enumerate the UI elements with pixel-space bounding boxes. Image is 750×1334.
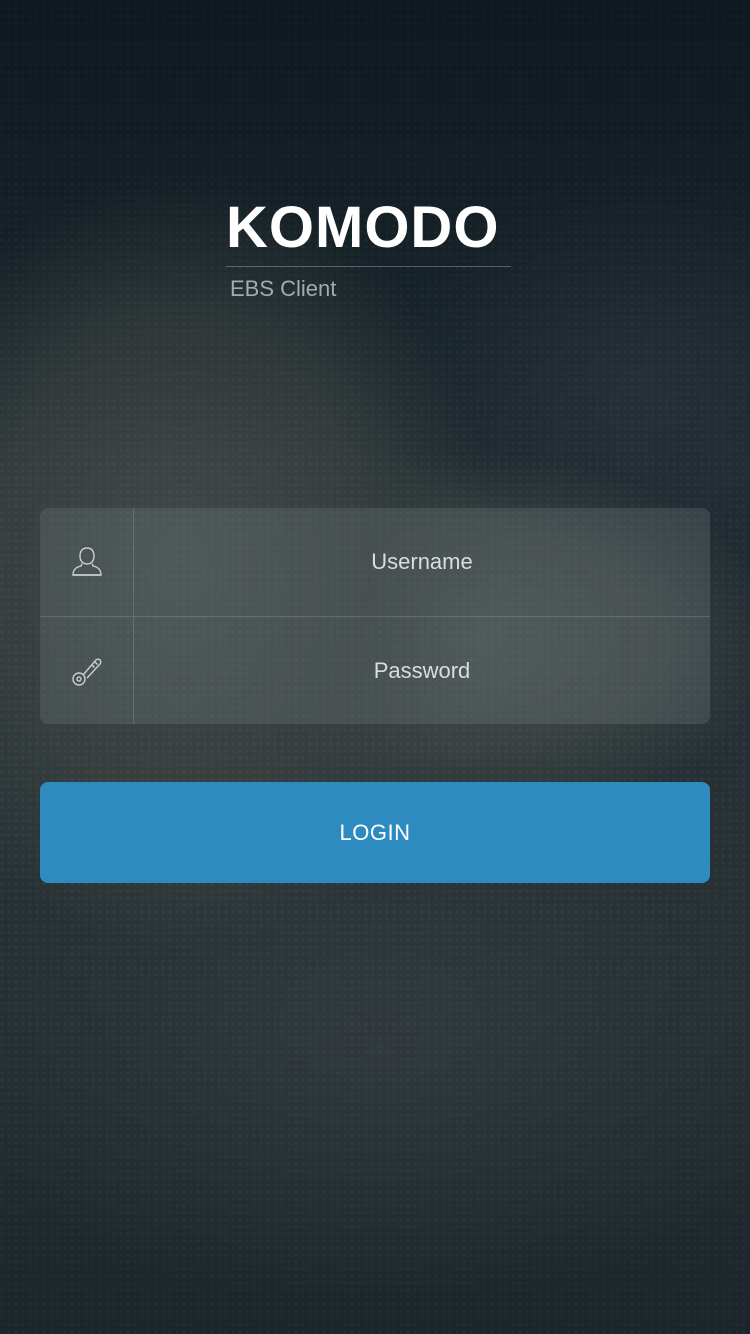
user-icon xyxy=(40,508,134,616)
app-title: KOMODO xyxy=(226,195,500,260)
app-subtitle: EBS Client xyxy=(230,276,337,301)
brand-header: KOMODO EBS Client xyxy=(226,196,516,302)
password-input[interactable] xyxy=(134,617,710,724)
username-input[interactable] xyxy=(134,508,710,616)
login-button[interactable]: LOGIN xyxy=(40,782,710,883)
password-row xyxy=(40,616,710,724)
username-row xyxy=(40,508,710,616)
login-form xyxy=(40,508,710,724)
key-icon xyxy=(40,617,134,724)
title-divider xyxy=(226,266,511,267)
